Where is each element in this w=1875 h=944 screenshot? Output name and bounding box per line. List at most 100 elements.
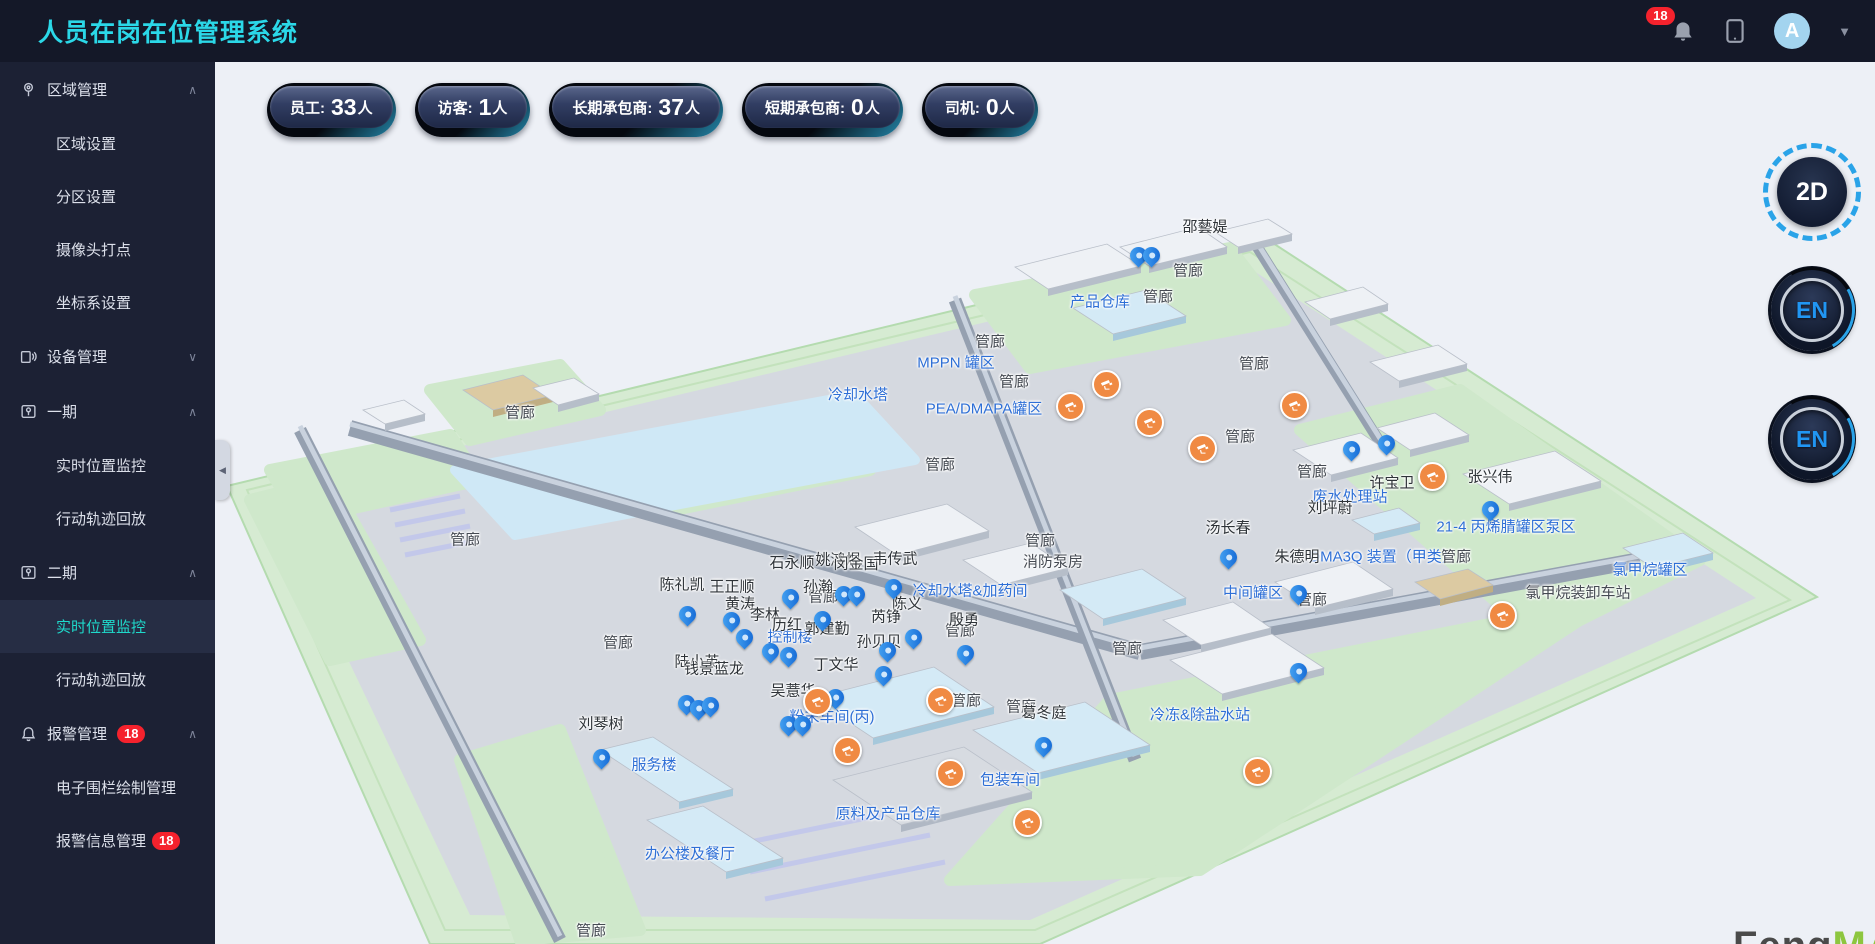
camera-marker[interactable]	[926, 686, 955, 715]
sidebar-group-alarm[interactable]: 报警管理18∧	[0, 706, 215, 761]
map-control-en-2[interactable]: EN	[1771, 398, 1853, 480]
person-name-label: 刘琴树	[578, 713, 623, 734]
sidebar-item-label: 行动轨迹回放	[56, 508, 146, 529]
facility-label: 办公楼及餐厅	[645, 843, 735, 864]
sidebar-group-label: 区域管理	[47, 79, 107, 100]
sidebar-item[interactable]: 区域设置	[0, 117, 215, 170]
stat-pill-1: 访客:1人	[415, 83, 531, 137]
corridor-label: 管廊	[1225, 426, 1255, 447]
stat-unit: 人	[358, 97, 373, 118]
stat-pill-2: 长期承包商:37人	[549, 83, 723, 137]
corridor-label: 管廊	[576, 920, 606, 941]
camera-marker[interactable]	[1092, 370, 1121, 399]
facility-label: 服务楼	[631, 754, 676, 775]
facility-label: MPPN 罐区	[917, 352, 995, 373]
camera-marker[interactable]	[1488, 601, 1517, 630]
sidebar-item[interactable]: 坐标系设置	[0, 276, 215, 329]
cctv-camera-icon	[1063, 399, 1078, 414]
person-name-label: 刘坪蔚	[1307, 497, 1352, 518]
corridor-label: 管廊	[1173, 260, 1203, 281]
map-engine-watermark: FengMAP	[1733, 924, 1875, 944]
corridor-label: 管廊	[999, 371, 1029, 392]
sidebar-item-label: 摄像头打点	[56, 239, 131, 260]
facility-label: DMA3Q 装置（甲类）	[1309, 546, 1457, 567]
corridor-label: 管廊	[925, 454, 955, 475]
cctv-camera-icon	[943, 766, 958, 781]
stat-pill-4: 司机:0人	[922, 83, 1038, 137]
corridor-label: 管廊	[1239, 353, 1269, 374]
camera-marker[interactable]	[1013, 808, 1042, 837]
app-header: 人员在岗在位管理系统 18 A ▼	[0, 0, 1875, 62]
stat-unit: 人	[1000, 97, 1015, 118]
alarm-bell-icon	[1670, 18, 1696, 44]
sidebar-item[interactable]: 电子围栏绘制管理	[0, 761, 215, 814]
camera-marker[interactable]	[1135, 408, 1164, 437]
sidebar-item-label: 实时位置监控	[56, 616, 146, 637]
sidebar-item[interactable]: 实时位置监控	[0, 600, 215, 653]
cctv-camera-icon	[1195, 441, 1210, 456]
sidebar-group-phase1[interactable]: 一期∧	[0, 384, 215, 439]
camera-marker[interactable]	[936, 759, 965, 788]
stat-unit: 人	[492, 97, 507, 118]
sidebar-group-area[interactable]: 区域管理∧	[0, 62, 215, 117]
chevron-down-icon: ∨	[188, 350, 197, 364]
facility-label: 21-4 丙烯腈罐区泵区	[1436, 516, 1575, 537]
sidebar-group-phase2[interactable]: 二期∧	[0, 545, 215, 600]
corridor-label: 管廊	[450, 529, 480, 550]
camera-marker[interactable]	[1056, 392, 1085, 421]
camera-marker[interactable]	[803, 687, 832, 716]
sidebar-collapse-handle[interactable]: ◀	[215, 440, 230, 500]
stat-pill-inner: 员工:33人	[270, 86, 393, 128]
phase-pin-icon	[20, 564, 37, 581]
sidebar-item[interactable]: 摄像头打点	[0, 223, 215, 276]
cctv-camera-icon	[933, 693, 948, 708]
watermark-suffix: MAP	[1833, 924, 1875, 944]
sidebar: 区域管理∧区域设置分区设置摄像头打点坐标系设置设备管理∨一期∧实时位置监控行动轨…	[0, 62, 215, 944]
person-name-label: 汤长春	[1205, 517, 1250, 538]
corridor-label: 管廊	[1297, 461, 1327, 482]
stat-value: 1	[479, 94, 492, 121]
sidebar-item[interactable]: 实时位置监控	[0, 439, 215, 492]
person-name-label: 殷勇	[949, 609, 979, 630]
sidebar-item[interactable]: 行动轨迹回放	[0, 653, 215, 706]
camera-marker[interactable]	[833, 736, 862, 765]
chevron-up-icon: ∧	[188, 405, 197, 419]
sidebar-item[interactable]: 报警信息管理 18	[0, 814, 215, 867]
camera-marker[interactable]	[1418, 462, 1447, 491]
person-name-label: 韦传武	[872, 548, 917, 569]
person-name-label: 张兴伟	[1467, 466, 1512, 487]
corridor-label: 管廊	[951, 690, 981, 711]
map-control-label: EN	[1796, 297, 1828, 324]
header-actions: 18 A ▼	[1670, 13, 1875, 49]
sidebar-item[interactable]: 行动轨迹回放	[0, 492, 215, 545]
chevron-down-icon[interactable]: ▼	[1838, 24, 1851, 39]
camera-marker[interactable]	[1188, 434, 1217, 463]
notifications-button[interactable]: 18	[1670, 18, 1696, 44]
sidebar-item-label: 分区设置	[56, 186, 116, 207]
sidebar-item-label: 坐标系设置	[56, 292, 131, 313]
device-button[interactable]	[1724, 18, 1746, 44]
facility-label: 冷却水塔	[828, 384, 888, 405]
map-mode-2d-button[interactable]: 2D	[1763, 143, 1861, 241]
corridor-label: 管廊	[603, 632, 633, 653]
cctv-camera-icon	[1287, 398, 1302, 413]
cctv-camera-icon	[1495, 608, 1510, 623]
corridor-label: 管廊	[1025, 530, 1055, 551]
person-name-label: 钱景蓝龙	[684, 658, 744, 679]
stats-bar: 员工:33人访客:1人长期承包商:37人短期承包商:0人司机:0人	[267, 83, 1038, 137]
alarm-count-badge: 18	[117, 725, 145, 743]
sidebar-item[interactable]: 分区设置	[0, 170, 215, 223]
alarm-count-badge: 18	[152, 832, 180, 850]
camera-marker[interactable]	[1243, 757, 1272, 786]
cctv-camera-icon	[840, 743, 855, 758]
camera-marker[interactable]	[1280, 391, 1309, 420]
map-control-en-1[interactable]: EN	[1771, 269, 1853, 351]
sidebar-item-label: 报警信息管理	[56, 830, 146, 851]
stat-value: 0	[986, 94, 999, 121]
tablet-icon	[1724, 18, 1746, 44]
avatar[interactable]: A	[1774, 13, 1810, 49]
sidebar-group-label: 设备管理	[47, 346, 107, 367]
sidebar-group-device[interactable]: 设备管理 ∨	[0, 329, 215, 384]
cctv-camera-icon	[1425, 469, 1440, 484]
stat-pill-inner: 司机:0人	[925, 86, 1035, 128]
